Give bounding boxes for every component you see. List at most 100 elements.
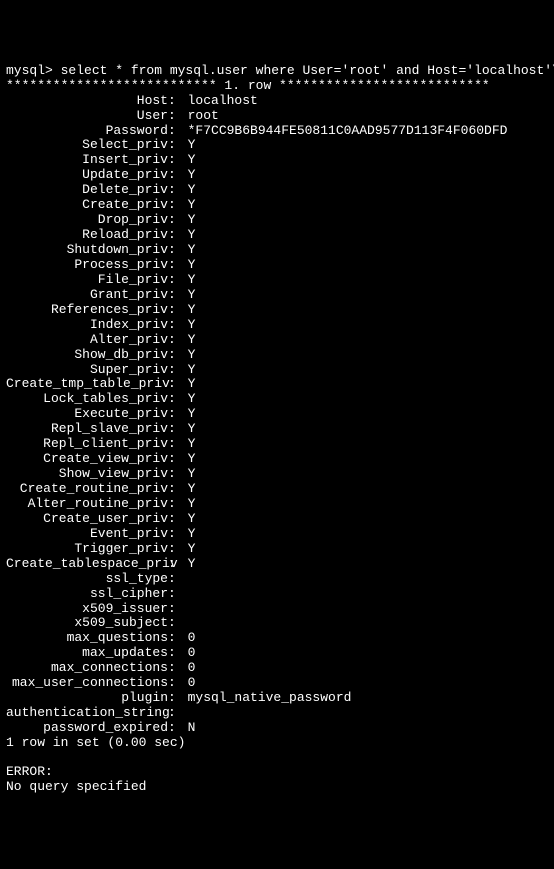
field-row: Event_priv: Y xyxy=(6,527,548,542)
field-row: Repl_client_priv: Y xyxy=(6,437,548,452)
field-row: ssl_cipher: xyxy=(6,587,548,602)
field-row: Lock_tables_priv: Y xyxy=(6,392,548,407)
rows-summary: 1 row in set (0.00 sec) xyxy=(6,736,548,751)
field-row: Insert_priv: Y xyxy=(6,153,548,168)
field-label: Process_priv xyxy=(6,258,168,273)
field-value: Y xyxy=(188,527,196,542)
field-label: x509_issuer xyxy=(6,602,168,617)
field-separator: : xyxy=(168,183,188,198)
field-value: Y xyxy=(188,243,196,258)
field-row: max_questions: 0 xyxy=(6,631,548,646)
field-row: authentication_string: xyxy=(6,706,548,721)
field-label: x509_subject xyxy=(6,616,168,631)
field-value: Y xyxy=(188,183,196,198)
field-row: Create_tablespace_priv: Y xyxy=(6,557,548,572)
field-separator: : xyxy=(168,646,188,661)
error-label: ERROR: xyxy=(6,765,548,780)
field-label: File_priv xyxy=(6,273,168,288)
field-value: N xyxy=(188,721,196,736)
field-row: Host: localhost xyxy=(6,94,548,109)
field-separator: : xyxy=(168,407,188,422)
field-row: plugin: mysql_native_password xyxy=(6,691,548,706)
field-label: Index_priv xyxy=(6,318,168,333)
field-label: max_updates xyxy=(6,646,168,661)
field-separator: : xyxy=(168,94,188,109)
field-label: Create_tmp_table_priv xyxy=(6,377,168,392)
field-label: Update_priv xyxy=(6,168,168,183)
field-separator: : xyxy=(168,631,188,646)
field-row: Execute_priv: Y xyxy=(6,407,548,422)
field-separator: : xyxy=(168,616,188,631)
field-separator: : xyxy=(168,572,188,587)
field-label: Alter_priv xyxy=(6,333,168,348)
field-row: Index_priv: Y xyxy=(6,318,548,333)
field-value: Y xyxy=(188,168,196,183)
field-value: Y xyxy=(188,258,196,273)
field-label: authentication_string xyxy=(6,706,168,721)
field-separator: : xyxy=(168,676,188,691)
field-row: x509_issuer: xyxy=(6,602,548,617)
field-value: Y xyxy=(188,407,196,422)
field-label: plugin xyxy=(6,691,168,706)
sql-query-line: mysql> select * from mysql.user where Us… xyxy=(6,64,548,79)
field-label: ssl_type xyxy=(6,572,168,587)
field-value: Y xyxy=(188,542,196,557)
field-row: Create_view_priv: Y xyxy=(6,452,548,467)
field-separator: : xyxy=(168,318,188,333)
field-row: References_priv: Y xyxy=(6,303,548,318)
field-row: File_priv: Y xyxy=(6,273,548,288)
field-label: Event_priv xyxy=(6,527,168,542)
field-row: User: root xyxy=(6,109,548,124)
field-separator: : xyxy=(168,138,188,153)
field-row: Show_view_priv: Y xyxy=(6,467,548,482)
field-label: Lock_tables_priv xyxy=(6,392,168,407)
field-separator: : xyxy=(168,706,188,721)
field-label: Drop_priv xyxy=(6,213,168,228)
field-value: 0 xyxy=(188,646,196,661)
field-value: Y xyxy=(188,198,196,213)
field-value: Y xyxy=(188,467,196,482)
field-value: Y xyxy=(188,333,196,348)
field-value: root xyxy=(188,109,219,124)
field-value: localhost xyxy=(188,94,258,109)
field-value: Y xyxy=(188,303,196,318)
field-separator: : xyxy=(168,124,188,139)
field-separator: : xyxy=(168,198,188,213)
field-label: References_priv xyxy=(6,303,168,318)
field-separator: : xyxy=(168,333,188,348)
row-separator: *************************** 1. row *****… xyxy=(6,79,548,94)
blank-line xyxy=(6,751,548,765)
field-separator: : xyxy=(168,527,188,542)
field-row: Show_db_priv: Y xyxy=(6,348,548,363)
field-label: Create_tablespace_priv xyxy=(6,557,168,572)
field-label: Shutdown_priv xyxy=(6,243,168,258)
field-separator: : xyxy=(168,437,188,452)
field-separator: : xyxy=(168,587,188,602)
field-value: 0 xyxy=(188,631,196,646)
field-label: User xyxy=(6,109,168,124)
field-value: Y xyxy=(188,348,196,363)
field-separator: : xyxy=(168,258,188,273)
field-value: Y xyxy=(188,363,196,378)
field-separator: : xyxy=(168,243,188,258)
field-value: Y xyxy=(188,497,196,512)
field-label: Super_priv xyxy=(6,363,168,378)
field-row: Create_user_priv: Y xyxy=(6,512,548,527)
field-row: Create_tmp_table_priv: Y xyxy=(6,377,548,392)
field-separator: : xyxy=(168,363,188,378)
field-separator: : xyxy=(168,542,188,557)
field-value: Y xyxy=(188,422,196,437)
field-value: Y xyxy=(188,557,196,572)
field-value: Y xyxy=(188,452,196,467)
field-value: 0 xyxy=(188,676,196,691)
field-separator: : xyxy=(168,392,188,407)
field-separator: : xyxy=(168,721,188,736)
field-separator: : xyxy=(168,273,188,288)
field-row: Alter_routine_priv: Y xyxy=(6,497,548,512)
field-value: Y xyxy=(188,437,196,452)
field-value: Y xyxy=(188,288,196,303)
field-row: Process_priv: Y xyxy=(6,258,548,273)
field-separator: : xyxy=(168,602,188,617)
field-value: Y xyxy=(188,377,196,392)
field-label: Grant_priv xyxy=(6,288,168,303)
